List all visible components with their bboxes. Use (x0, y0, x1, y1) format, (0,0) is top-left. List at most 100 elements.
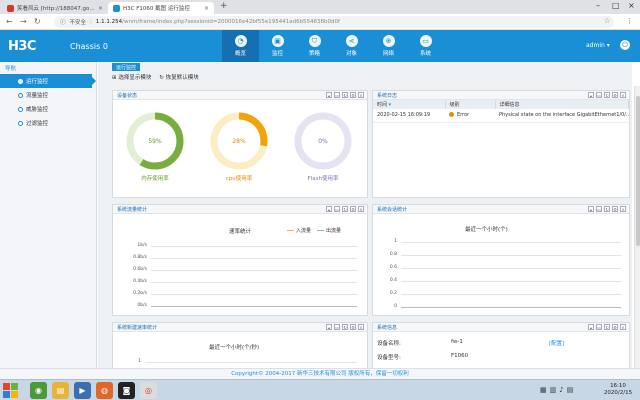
settings-icon[interactable]: ⚙ (350, 324, 356, 330)
minimize-icon[interactable]: – (596, 1, 600, 10)
restore-icon[interactable]: ▭ (334, 92, 340, 98)
taskbar-app-icon[interactable]: ◉ (30, 382, 47, 399)
restore-default-button[interactable]: ↻ 恢复默认模块 (159, 73, 198, 81)
logout-power-icon[interactable]: ⏻ (620, 40, 630, 50)
input-method-icon[interactable]: ▤ (567, 386, 574, 394)
restore-icon[interactable]: ▭ (596, 324, 602, 330)
url-host: 1.1.1.254 (95, 19, 123, 25)
reload-icon[interactable]: ↻ (34, 17, 41, 26)
y-tick: 0b/s (137, 303, 147, 308)
user-name: admin (586, 42, 605, 49)
collapse-icon[interactable]: ▴ (588, 92, 594, 98)
sidebar-item-filter-monitor[interactable]: 过滤监控 (0, 116, 96, 130)
collapse-icon[interactable]: ▴ (588, 206, 594, 212)
restore-icon[interactable]: ▭ (596, 206, 602, 212)
refresh-icon[interactable]: ↻ (604, 92, 610, 98)
close-tab-icon[interactable]: × (98, 5, 103, 12)
gauge-value: 28% (232, 138, 246, 145)
windows-start-icon[interactable] (3, 383, 18, 398)
restore-icon[interactable]: ▭ (334, 206, 340, 212)
gauge-label: cpu使用率 (225, 176, 253, 182)
close-tab-icon[interactable]: × (204, 5, 209, 12)
restore-icon[interactable]: ▭ (334, 324, 340, 330)
column-header-detail[interactable]: 详细信息 (495, 100, 629, 109)
forward-icon[interactable]: → (20, 17, 27, 26)
scrollbar-thumb[interactable] (636, 96, 640, 246)
nav-monitor[interactable]: ▣ 监控 (259, 30, 296, 62)
settings-icon[interactable]: ⚙ (350, 92, 356, 98)
settings-icon[interactable]: ⚙ (612, 92, 618, 98)
sidebar-item-traffic-monitor[interactable]: 流量监控 (0, 88, 96, 102)
settings-icon[interactable]: ⚙ (350, 206, 356, 212)
taskbar-app-icon[interactable]: ◍ (96, 382, 113, 399)
grid-line (151, 270, 357, 271)
sidebar-item-label: 运行监控 (26, 79, 49, 85)
url-input[interactable]: ⓘ 不安全 | 1.1.1.254/wnm/frame/index.php?se… (54, 16, 614, 28)
user-menu[interactable]: admin ▾ (586, 42, 610, 49)
globe-icon: ⊕ (382, 35, 395, 47)
nav-objects[interactable]: ⋖ 对象 (333, 30, 370, 62)
browser-tab-1[interactable]: 笑看风云 [http://188047.gov... × (2, 2, 108, 14)
main-scrollbar[interactable] (634, 86, 640, 368)
volume-icon[interactable]: ♪ (559, 386, 563, 394)
maximize-icon[interactable]: □ (612, 1, 620, 10)
nav-network[interactable]: ⊕ 网络 (370, 30, 407, 62)
tab-run-monitor[interactable]: 运行监控 (112, 63, 141, 71)
new-tab-icon[interactable]: + (220, 1, 228, 11)
collapse-icon[interactable]: ▴ (588, 324, 594, 330)
device-model-value: F1060 (451, 353, 469, 359)
device-title: Chassis 0 (70, 42, 108, 51)
settings-icon[interactable]: ⚙ (612, 206, 618, 212)
windows-taskbar: ◉ ▤ ▶ ◍ ◙ ◎ ▦ ▥ ♪ ▤ 16:10 2020/2/15 (0, 379, 640, 400)
column-header-time[interactable]: 时间 ▾ (373, 100, 446, 109)
close-icon[interactable]: × (358, 324, 364, 330)
close-icon[interactable]: × (620, 206, 626, 212)
taskbar-app-icon[interactable]: ▶ (74, 382, 91, 399)
taskbar-chrome-icon[interactable]: ◎ (140, 382, 157, 399)
refresh-icon[interactable]: ↻ (604, 324, 610, 330)
table-row[interactable]: 2020-02-15 16:09:19 Error Physical state… (373, 109, 629, 123)
nav-overview[interactable]: ◔ 概览 (222, 30, 259, 62)
window-close-icon[interactable]: × (628, 1, 635, 10)
close-icon[interactable]: × (620, 324, 626, 330)
bookmark-star-icon[interactable]: ☆ (604, 17, 610, 25)
chevron-down-icon: ▾ (606, 42, 610, 49)
close-icon[interactable]: × (358, 206, 364, 212)
grid-line (401, 255, 621, 256)
browser-menu-icon[interactable]: ⋮ (626, 17, 633, 25)
tray-app-icon[interactable]: ▦ (540, 386, 547, 394)
column-header-level[interactable]: 级别 (445, 100, 496, 109)
chart-title: 最近一个小时(个) (465, 227, 508, 233)
back-icon[interactable]: ← (6, 17, 13, 26)
sidebar-item-threat-monitor[interactable]: 威胁监控 (0, 102, 96, 116)
settings-icon[interactable]: ⚙ (612, 324, 618, 330)
grid-line (151, 282, 357, 283)
select-panels-label: 选择显示模块 (118, 75, 152, 81)
restore-default-label: 恢复默认模块 (165, 75, 199, 81)
refresh-icon[interactable]: ↻ (342, 324, 348, 330)
refresh-icon[interactable]: ↻ (342, 206, 348, 212)
close-icon[interactable]: × (620, 92, 626, 98)
browser-tab-strip: 笑看风云 [http://188047.gov... × H3C F1060 截… (0, 0, 640, 14)
browser-tab-2[interactable]: H3C F1060 截图 运行监控 × (108, 2, 214, 14)
select-panels-button[interactable]: ⊞ 选择显示模块 (112, 73, 151, 81)
network-icon[interactable]: ▥ (550, 386, 557, 394)
collapse-icon[interactable]: ▴ (326, 324, 332, 330)
taskbar-clock[interactable]: 16:10 2020/2/15 (598, 383, 638, 397)
nav-policy[interactable]: ⛉ 策略 (296, 30, 333, 62)
taskbar-app-icon[interactable]: ◙ (118, 382, 135, 399)
grid-line (401, 294, 621, 295)
restore-icon[interactable]: ▭ (596, 92, 602, 98)
taskbar-folder-icon[interactable]: ▤ (52, 382, 69, 399)
collapse-icon[interactable]: ▴ (326, 92, 332, 98)
legend-in: 入流量 (287, 227, 311, 234)
close-icon[interactable]: × (358, 92, 364, 98)
sidebar-item-run-monitor[interactable]: 运行监控 (0, 74, 96, 88)
nav-system[interactable]: ▭ 系统 (407, 30, 444, 62)
collapse-icon[interactable]: ▴ (326, 206, 332, 212)
refresh-icon[interactable]: ↻ (342, 92, 348, 98)
refresh-icon[interactable]: ↻ (604, 206, 610, 212)
error-dot-icon (449, 112, 454, 118)
config-link[interactable]: [配置] (549, 339, 564, 347)
sort-down-icon: ▾ (388, 102, 392, 108)
